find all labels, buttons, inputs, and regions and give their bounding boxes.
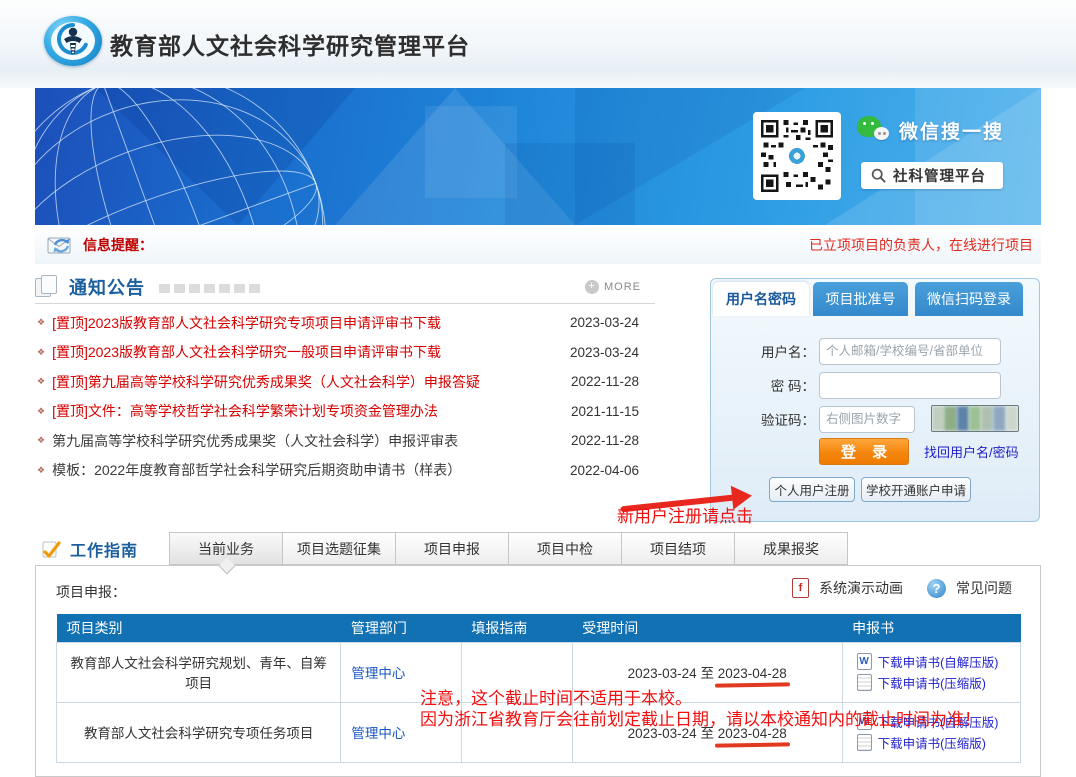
username-input[interactable] [819, 338, 1001, 365]
demo-animation-link[interactable]: 系统演示动画 [819, 578, 903, 598]
notice-link[interactable]: [置顶]第九届高等学校科学研究优秀成果奖（人文社会科学）申报答疑 [52, 372, 480, 392]
zip-icon [857, 674, 872, 691]
info-reminder-label: 信息提醒： [83, 235, 153, 255]
more-label: MORE [604, 281, 641, 293]
col-header-dept: 管理部门 [341, 614, 462, 642]
notice-section: 通知公告 + MORE ❖ [置顶]2023版教育部人文社会科学研究专项项目申请评… [35, 270, 655, 485]
diamond-bullet-icon: ❖ [37, 376, 45, 387]
password-label: 密 码： [711, 375, 815, 395]
login-tab-project-number[interactable]: 项目批准号 [813, 282, 908, 316]
info-reminder-bar: 信息提醒： 已立项项目的负责人，在线进行项目 [35, 226, 1041, 264]
notice-doc-icon [35, 275, 61, 299]
swf-demo-icon: f [792, 578, 809, 598]
notice-title: 通知公告 [69, 274, 145, 300]
plus-circle-icon: + [585, 280, 599, 294]
globe-wireframe-icon [35, 88, 375, 225]
wechat-qr-code [753, 112, 841, 200]
notice-item[interactable]: ❖ 模板：2022年度教育部哲学社会科学研究后期资助申请书（样表） 2022-04-… [35, 456, 655, 486]
deadline-annotation-line2: 因为浙江省教育厅会往前划定截止日期，请以本校通知内的截止时间为准！ [420, 705, 981, 730]
page-title: 教育部人文社会科学研究管理平台 [110, 27, 470, 61]
col-header-period: 受理时间 [572, 614, 842, 642]
notice-link[interactable]: 第九届高等学校科学研究优秀成果奖（人文社会科学）申报评审表 [52, 431, 458, 451]
notice-date: 2021-11-15 [571, 404, 639, 419]
notice-date: 2022-11-28 [571, 433, 639, 448]
notice-dashes-decoration [159, 284, 260, 293]
tab-project-closure[interactable]: 项目结项 [621, 532, 735, 565]
word-doc-icon: W [857, 653, 872, 670]
work-guide-header: 工作指南 当前业务 项目选题征集 项目申报 项目中检 项目结项 成果报奖 [35, 532, 1041, 565]
wechat-search-term: 社科管理平台 [893, 165, 986, 186]
download-zip-link[interactable]: 下载申请书(压缩版) [878, 733, 986, 752]
forgot-credentials-link[interactable]: 找回用户名/密码 [924, 442, 1019, 461]
zip-icon [857, 734, 872, 751]
deadline-date-underlined: 2023-04-28 [718, 666, 787, 681]
work-guide-icon [41, 538, 63, 560]
login-tab-wechat-scan[interactable]: 微信扫码登录 [915, 282, 1023, 316]
work-guide-content: 项目申报： f 系统演示动画 ? 常见问题 项目类别 管理部门 填报指南 受理时… [35, 565, 1041, 777]
notice-link[interactable]: 模板：2022年度教育部哲学社会科学研究后期资助申请书（样表） [52, 460, 461, 480]
more-link[interactable]: + MORE [585, 280, 641, 294]
page: 教育部人文社会科学研究管理平台 [0, 0, 1076, 777]
wechat-icon [857, 116, 889, 144]
tab-topic-collection[interactable]: 项目选题征集 [282, 532, 396, 565]
notice-item[interactable]: ❖ [置顶]2023版教育部人文社会科学研究一般项目申请评审书下载 2023-03-… [35, 338, 655, 368]
col-header-guide: 填报指南 [461, 614, 572, 642]
top-header: 教育部人文社会科学研究管理平台 [0, 0, 1076, 88]
project-category: 教育部人文社会科学研究规划、青年、自筹项目 [57, 642, 341, 702]
hero-banner: 微信搜一搜 社科管理平台 [35, 88, 1041, 225]
project-category: 教育部人文社会科学研究专项任务项目 [57, 702, 341, 762]
dept-link[interactable]: 管理中心 [351, 666, 405, 681]
question-mark-icon: ? [927, 579, 946, 598]
info-marquee: 已立项项目的负责人，在线进行项目 [809, 235, 1033, 255]
notice-link[interactable]: [置顶]2023版教育部人文社会科学研究专项项目申请评审书下载 [52, 313, 441, 333]
password-input[interactable] [819, 372, 1001, 399]
diamond-bullet-icon: ❖ [37, 406, 45, 417]
notice-date: 2023-03-24 [570, 345, 639, 360]
col-header-category: 项目类别 [57, 614, 341, 642]
table-header-row: 项目类别 管理部门 填报指南 受理时间 申报书 [57, 614, 1021, 642]
search-icon [871, 168, 886, 183]
notice-item[interactable]: ❖ [置顶]2023版教育部人文社会科学研究专项项目申请评审书下载 2023-03-… [35, 308, 655, 338]
captcha-label: 验证码： [711, 409, 815, 429]
wechat-search-label: 微信搜一搜 [899, 117, 1004, 144]
notice-date: 2022-04-06 [570, 463, 639, 478]
dept-link[interactable]: 管理中心 [351, 726, 405, 741]
notice-date: 2022-11-28 [571, 374, 639, 389]
work-guide-title: 工作指南 [70, 537, 138, 561]
diamond-bullet-icon: ❖ [37, 465, 45, 476]
username-label: 用户名： [711, 341, 815, 361]
login-tab-username-password[interactable]: 用户名密码 [713, 282, 809, 316]
captcha-input[interactable] [819, 406, 915, 433]
section-label: 项目申报： [56, 582, 126, 602]
faq-link[interactable]: 常见问题 [956, 578, 1012, 598]
mail-refresh-icon [47, 233, 75, 257]
notice-link[interactable]: [置顶]文件：高等学校哲学社会科学繁荣计划专项资金管理办法 [52, 401, 438, 421]
wechat-search-box: 社科管理平台 [861, 162, 1003, 189]
download-selfextract-link[interactable]: 下载申请书(自解压版) [878, 652, 999, 671]
diamond-bullet-icon: ❖ [37, 435, 45, 446]
personal-register-button[interactable]: 个人用户注册 [769, 477, 855, 502]
notice-date: 2023-03-24 [570, 315, 639, 330]
notice-item[interactable]: ❖ [置顶]文件：高等学校哲学社会科学繁荣计划专项资金管理办法 2021-11-15 [35, 397, 655, 427]
school-account-button[interactable]: 学校开通账户申请 [861, 477, 971, 502]
register-annotation-text: 新用户注册请点击 [617, 502, 753, 527]
diamond-bullet-icon: ❖ [37, 347, 45, 358]
site-logo-icon [44, 13, 104, 69]
captcha-image[interactable] [931, 405, 1019, 432]
login-button[interactable]: 登 录 [819, 438, 909, 465]
diamond-bullet-icon: ❖ [37, 317, 45, 328]
notice-item[interactable]: ❖ 第九届高等学校科学研究优秀成果奖（人文社会科学）申报评审表 2022-11-28 [35, 426, 655, 456]
notice-item[interactable]: ❖ [置顶]第九届高等学校科学研究优秀成果奖（人文社会科学）申报答疑 2022-11… [35, 367, 655, 397]
tab-project-midcheck[interactable]: 项目中检 [508, 532, 622, 565]
tab-achievement-award[interactable]: 成果报奖 [734, 532, 848, 565]
col-header-form: 申报书 [842, 614, 1020, 642]
tab-project-application[interactable]: 项目申报 [395, 532, 509, 565]
download-zip-link[interactable]: 下载申请书(压缩版) [878, 673, 986, 692]
notice-link[interactable]: [置顶]2023版教育部人文社会科学研究一般项目申请评审书下载 [52, 342, 441, 362]
